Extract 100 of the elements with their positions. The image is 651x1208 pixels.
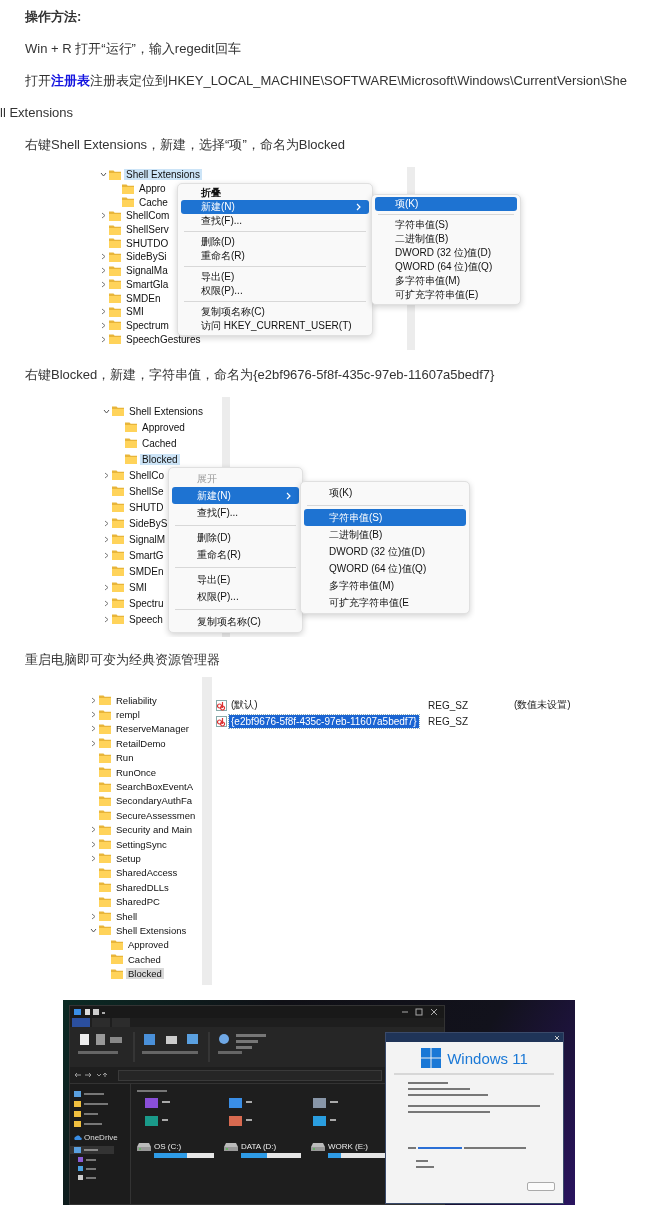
tree-item[interactable]: Approved xyxy=(126,939,171,951)
tree-item[interactable]: ShellCo xyxy=(127,469,167,481)
tree-item[interactable]: SearchBoxEventA xyxy=(114,781,196,793)
menu-item[interactable]: 二进制值(B) xyxy=(304,526,466,543)
folder-icon xyxy=(99,767,111,778)
tree-item[interactable]: Appro xyxy=(137,183,168,195)
menu-item[interactable]: 查找(F)... xyxy=(181,214,369,228)
folder-icon xyxy=(99,723,111,734)
menu-item[interactable]: 字符串值(S) xyxy=(375,218,517,232)
menu-item[interactable]: 二进制值(B) xyxy=(375,232,517,246)
tree-item[interactable]: Shell xyxy=(114,910,140,922)
menu-item[interactable]: DWORD (32 位)值(D) xyxy=(304,543,466,560)
menu-item[interactable]: 导出(E) xyxy=(172,571,299,588)
tree-item[interactable]: SignalMa xyxy=(124,265,170,277)
folder-icon xyxy=(109,279,121,290)
tree-item[interactable]: RetailDemo xyxy=(114,737,168,749)
menu-item[interactable]: 访问 HKEY_CURRENT_USER(T) xyxy=(181,319,369,333)
menu-item[interactable]: 新建(N) xyxy=(181,200,369,214)
tree-item[interactable]: SharedAccess xyxy=(114,867,180,879)
tree-item[interactable]: ReserveManager xyxy=(114,723,191,735)
tree-item[interactable]: ShellServ xyxy=(124,224,171,236)
tree-item[interactable]: Security and Main xyxy=(114,824,195,836)
tree-item[interactable]: SecondaryAuthFa xyxy=(114,795,195,807)
tree-item[interactable]: Shell Extensions xyxy=(127,405,205,417)
tree-item[interactable]: Run xyxy=(114,752,136,764)
tree-item[interactable]: Cache xyxy=(137,196,170,208)
tree-item[interactable]: Speech xyxy=(127,613,165,625)
tree-item[interactable]: SMDEn xyxy=(124,292,163,304)
folder-icon xyxy=(99,810,111,821)
tree-item[interactable]: RunOnce xyxy=(114,766,159,778)
folder-icon xyxy=(99,867,111,878)
tree-item[interactable]: SMI xyxy=(124,306,146,318)
sidebar-item[interactable]: OneDrive xyxy=(84,1133,118,1142)
tree-item[interactable]: SHUTDO xyxy=(124,237,171,249)
tree-item[interactable]: Setup xyxy=(114,853,143,864)
menu-item[interactable]: 折叠 xyxy=(181,186,369,200)
menu-item[interactable]: 删除(D) xyxy=(181,235,369,249)
menu-item[interactable]: 导出(E) xyxy=(181,270,369,284)
menu-item[interactable]: QWORD (64 位)值(Q) xyxy=(304,560,466,577)
tree-item[interactable]: Shell Extensions xyxy=(114,924,189,936)
tree-item[interactable]: Spectrum xyxy=(124,319,171,331)
menu-item[interactable]: 删除(D) xyxy=(172,529,299,546)
folder-icon xyxy=(109,224,121,235)
tree-item[interactable]: SettingSync xyxy=(114,838,169,850)
folder-icon xyxy=(109,169,121,180)
menu-item[interactable]: 复制项名称(C) xyxy=(172,613,299,630)
menu-item[interactable]: 权限(P)... xyxy=(181,284,369,298)
tree-item[interactable]: ShellSe xyxy=(127,485,166,497)
tree-item[interactable]: Blocked xyxy=(140,453,180,465)
value-name[interactable]: (默认) xyxy=(229,697,260,713)
menu-item[interactable]: 新建(N) xyxy=(172,487,299,504)
tree-item[interactable]: SideByS xyxy=(127,517,170,529)
tree-item[interactable]: Spectru xyxy=(127,597,166,609)
tree-item[interactable]: Reliability xyxy=(114,694,159,706)
menu-item[interactable]: 重命名(R) xyxy=(172,546,299,563)
tree-item[interactable]: Shell Extensions xyxy=(124,169,202,181)
tree-item[interactable]: SharedPC xyxy=(114,896,162,908)
menu-item[interactable]: 多字符串值(M) xyxy=(304,577,466,594)
tree-item[interactable]: SharedDLLs xyxy=(114,881,171,893)
tree-item[interactable]: Cached xyxy=(140,437,179,449)
tree-item[interactable]: ShellCom xyxy=(124,210,172,222)
menu-item[interactable]: 复制项名称(C) xyxy=(181,305,369,319)
tree-item[interactable]: rempl xyxy=(114,709,142,721)
tree-item[interactable]: SmartG xyxy=(127,549,166,561)
cloud-icon xyxy=(74,1135,82,1140)
tree-item[interactable]: SignalM xyxy=(127,533,168,545)
tree-item[interactable]: SMDEn xyxy=(127,565,166,577)
menu-item[interactable]: 项(K) xyxy=(304,484,466,501)
tree-item[interactable]: SHUTD xyxy=(127,501,166,513)
folder-icon xyxy=(125,454,137,464)
menu-item[interactable]: QWORD (64 位)值(Q) xyxy=(375,260,517,274)
tree-item[interactable]: SMI xyxy=(127,581,149,593)
menu-item[interactable]: 字符串值(S) xyxy=(304,509,466,526)
folder-icon xyxy=(112,598,124,608)
tree-item[interactable]: Cached xyxy=(126,953,163,965)
tree-item[interactable]: Blocked xyxy=(126,968,164,980)
tree-item[interactable]: SecureAssessmen xyxy=(114,809,198,821)
folder-icon xyxy=(99,839,111,850)
usage-bar xyxy=(154,1153,214,1158)
tree-item[interactable]: SpeechGestures xyxy=(124,333,203,345)
registry-link[interactable]: 注册表 xyxy=(51,73,90,88)
menu-item[interactable]: 多字符串值(M) xyxy=(375,274,517,288)
address-field[interactable] xyxy=(118,1069,382,1081)
value-name[interactable]: {e2bf9676-5f8f-435c-97eb-11607a5bedf7} xyxy=(229,714,419,728)
menu-item[interactable]: 权限(P)... xyxy=(172,588,299,605)
dialog-button[interactable] xyxy=(527,1182,555,1191)
folder-icon xyxy=(109,306,121,317)
tree-item[interactable]: SideBySi xyxy=(124,251,169,263)
menu-item[interactable]: 项(K) xyxy=(375,197,517,211)
menu-item[interactable]: 重命名(R) xyxy=(181,249,369,263)
folder-icon xyxy=(112,518,124,528)
tree-item[interactable]: SmartGla xyxy=(124,278,171,290)
menu-item[interactable]: 可扩充字符串值(E) xyxy=(375,288,517,302)
menu-item[interactable]: 可扩充字符串值(E xyxy=(304,594,466,611)
instruction-text: 打开注册表注册表定位到HKEY_LOCAL_MACHINE\SOFTWARE\Microsoft\Windows\CurrentVersion\Shell Extensions xyxy=(0,72,628,122)
tree-item[interactable]: Approved xyxy=(140,421,187,433)
folder-icon xyxy=(99,882,111,893)
menu-item[interactable]: DWORD (32 位)值(D) xyxy=(375,246,517,260)
folder-icon xyxy=(109,320,121,331)
menu-item[interactable]: 查找(F)... xyxy=(172,504,299,521)
